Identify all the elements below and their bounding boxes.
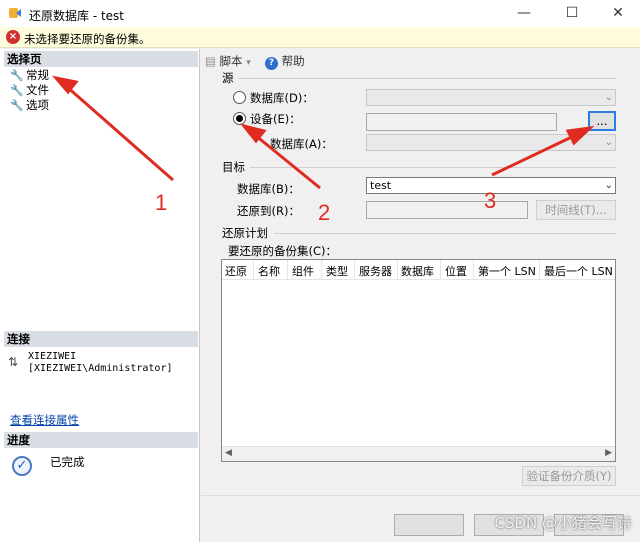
- target-group-label: 目标: [222, 160, 245, 174]
- column-header[interactable]: 数据库: [401, 263, 434, 279]
- column-header[interactable]: 最后一个 LSN: [544, 263, 613, 279]
- target-database-label: 数据库(B)：: [237, 182, 300, 196]
- connection-header: 连接: [4, 331, 198, 347]
- column-separator: [473, 260, 474, 280]
- database-radio[interactable]: [233, 91, 246, 104]
- plan-group-label: 还原计划: [222, 226, 268, 240]
- scroll-left-icon[interactable]: ◀: [225, 448, 232, 458]
- help-icon: ?: [265, 57, 278, 70]
- chevron-down-icon: ⌄: [604, 137, 613, 148]
- minimize-button[interactable]: —: [502, 0, 546, 27]
- verify-backup-media-button[interactable]: 验证备份介质(Y): [522, 466, 616, 486]
- chevron-down-icon: ▾: [246, 58, 251, 68]
- check-icon: ✓: [12, 456, 32, 476]
- wrench-icon: 🔧: [10, 69, 24, 82]
- device-database-combo[interactable]: ⌄: [366, 134, 616, 151]
- page-label: 选项: [26, 98, 49, 112]
- device-path-field[interactable]: [366, 113, 557, 131]
- column-header[interactable]: 组件: [292, 263, 314, 279]
- column-separator: [539, 260, 540, 280]
- grid-header: 还原 名称 组件 类型 服务器 数据库 位置 第一个 LSN 最后一个 LSN: [222, 260, 615, 280]
- help-button[interactable]: ? 帮助: [265, 53, 305, 70]
- maximize-button[interactable]: ☐: [550, 0, 594, 27]
- view-connection-properties-link[interactable]: 查看连接属性: [10, 412, 79, 428]
- column-header[interactable]: 名称: [258, 263, 280, 279]
- script-label: 脚本: [219, 54, 243, 68]
- column-separator: [253, 260, 254, 280]
- column-separator: [321, 260, 322, 280]
- horizontal-scrollbar[interactable]: ◀ ▶: [222, 446, 615, 461]
- left-pane: 选择页 🔧 常规 🔧 文件 🔧 选项 连接 ⇅ XIEZIWEI [XIEZIWEI\…: [0, 49, 200, 542]
- close-button[interactable]: ✕: [596, 0, 640, 27]
- target-database-value: test: [370, 179, 392, 192]
- source-database-combo[interactable]: ⌄: [366, 89, 616, 106]
- restore-database-icon: [9, 8, 21, 18]
- page-label: 文件: [26, 83, 49, 97]
- error-message: 未选择要还原的备份集。: [24, 32, 151, 46]
- chevron-down-icon: ⌄: [604, 92, 613, 103]
- page-files[interactable]: 🔧 文件: [10, 83, 49, 98]
- source-database-label: 数据库(A)：: [270, 137, 333, 151]
- wrench-icon: 🔧: [10, 99, 24, 112]
- progress-status: 已完成: [50, 455, 85, 469]
- restore-to-label: 还原到(R)：: [237, 204, 300, 218]
- browse-button[interactable]: ...: [588, 111, 616, 131]
- column-separator: [287, 260, 288, 280]
- column-header[interactable]: 服务器: [359, 263, 392, 279]
- page-options[interactable]: 🔧 选项: [10, 98, 49, 113]
- help-label: 帮助: [281, 54, 305, 68]
- script-button[interactable]: ▤ 脚本 ▾: [205, 53, 251, 69]
- backup-sets-grid[interactable]: 还原 名称 组件 类型 服务器 数据库 位置 第一个 LSN 最后一个 LSN …: [221, 259, 616, 462]
- scroll-right-icon[interactable]: ▶: [605, 448, 612, 458]
- wrench-icon: 🔧: [10, 84, 24, 97]
- annotation-number-1: 1: [155, 190, 168, 215]
- source-group-label: 源: [222, 71, 234, 85]
- chevron-down-icon: ⌄: [604, 180, 613, 191]
- ok-button[interactable]: [394, 514, 464, 536]
- divider: [238, 78, 616, 79]
- progress-header: 进度: [4, 432, 198, 448]
- backup-sets-label: 要还原的备份集(C)：: [228, 244, 338, 258]
- window-title: 还原数据库 - test: [29, 9, 125, 23]
- annotation-number-2: 2: [318, 200, 331, 225]
- column-separator: [397, 260, 398, 280]
- divider: [274, 233, 616, 234]
- device-radio[interactable]: [233, 112, 246, 125]
- error-icon: ×: [6, 30, 20, 44]
- restore-to-field[interactable]: [366, 201, 528, 219]
- column-separator: [440, 260, 441, 280]
- pages-header: 选择页: [4, 51, 198, 67]
- watermark: CSDN @小猪会写诗: [494, 514, 632, 532]
- page-general[interactable]: 🔧 常规: [10, 68, 49, 83]
- error-banner: × 未选择要还原的备份集。: [0, 27, 640, 48]
- divider: [250, 167, 616, 168]
- title-bar: 还原数据库 - test — ☐ ✕: [0, 0, 640, 27]
- annotation-number-3: 3: [484, 188, 497, 213]
- column-header[interactable]: 位置: [445, 263, 467, 279]
- login-name: [XIEZIWEI\Administrator]: [28, 363, 173, 374]
- column-header[interactable]: 还原: [225, 263, 247, 279]
- server-name: XIEZIWEI: [28, 351, 77, 362]
- script-icon: ▤: [205, 54, 216, 68]
- column-header[interactable]: 第一个 LSN: [478, 263, 536, 279]
- page-label: 常规: [26, 68, 49, 82]
- connection-icon: ⇅: [8, 355, 19, 369]
- timeline-button[interactable]: 时间线(T)...: [536, 200, 616, 220]
- column-separator: [354, 260, 355, 280]
- database-option-label: 数据库(D)：: [250, 91, 314, 105]
- device-option-label: 设备(E)：: [250, 112, 301, 126]
- column-header[interactable]: 类型: [326, 263, 348, 279]
